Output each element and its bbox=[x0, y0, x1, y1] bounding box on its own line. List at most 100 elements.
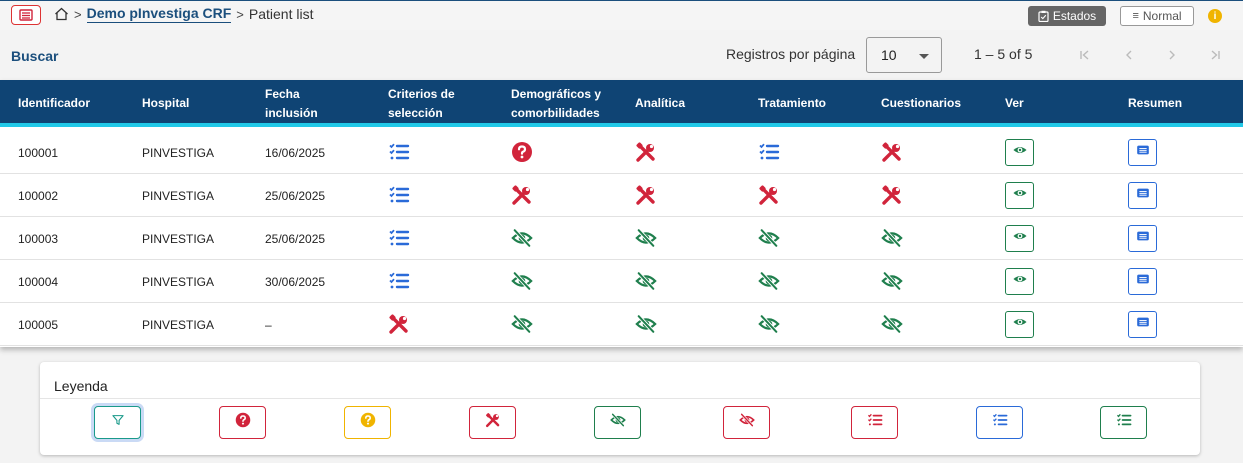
question-circle-icon[interactable] bbox=[511, 141, 533, 163]
home-icon[interactable] bbox=[54, 7, 69, 21]
eye-slash-icon[interactable] bbox=[881, 227, 903, 249]
tools-icon[interactable] bbox=[511, 184, 533, 206]
summary-button[interactable] bbox=[1128, 311, 1157, 338]
cell-identifier: 100003 bbox=[18, 231, 59, 246]
legend-filter-button[interactable] bbox=[1100, 406, 1147, 439]
column-header[interactable]: Identificador bbox=[18, 80, 128, 127]
cell-hospital: PINVESTIGA bbox=[142, 231, 215, 246]
legend-divider bbox=[40, 398, 1200, 399]
legend-filter-button[interactable] bbox=[219, 406, 266, 439]
view-button[interactable] bbox=[1005, 182, 1034, 209]
eye-slash-icon[interactable] bbox=[635, 270, 657, 292]
cell-identifier: 100005 bbox=[18, 317, 59, 332]
checklist-icon[interactable] bbox=[388, 184, 410, 206]
tools-icon[interactable] bbox=[758, 184, 780, 206]
table-row[interactable]: 100002 PINVESTIGA 25/06/2025 bbox=[0, 174, 1243, 217]
rows-per-page-select[interactable]: 10 bbox=[866, 37, 942, 73]
patient-table: Identificador Hospital Fecha inclusión C… bbox=[0, 80, 1243, 347]
estados-button[interactable]: Estados bbox=[1028, 6, 1106, 26]
hamburger-icon: ≡ bbox=[1132, 10, 1139, 22]
normal-button[interactable]: ≡ Normal bbox=[1120, 6, 1194, 26]
column-header[interactable]: Hospital bbox=[142, 80, 252, 127]
eye-slash-icon[interactable] bbox=[635, 227, 657, 249]
table-row[interactable]: 100004 PINVESTIGA 30/06/2025 bbox=[0, 260, 1243, 303]
column-header[interactable]: Tratamiento bbox=[758, 80, 858, 127]
normal-label: Normal bbox=[1142, 9, 1182, 23]
question-circle-icon bbox=[235, 412, 251, 433]
tools-icon[interactable] bbox=[635, 141, 657, 163]
eye-slash-icon[interactable] bbox=[758, 270, 780, 292]
eye-slash-icon[interactable] bbox=[511, 270, 533, 292]
summary-card-icon bbox=[1135, 142, 1151, 163]
previous-page-icon[interactable] bbox=[1119, 45, 1139, 65]
legend-title: Leyenda bbox=[54, 378, 108, 394]
cell-hospital: PINVESTIGA bbox=[142, 145, 215, 160]
legend-filter-button[interactable] bbox=[976, 406, 1023, 439]
cell-hospital: PINVESTIGA bbox=[142, 188, 215, 203]
column-header[interactable]: Analítica bbox=[635, 80, 735, 127]
summary-button[interactable] bbox=[1128, 225, 1157, 252]
eye-icon bbox=[1012, 185, 1028, 206]
legend-filter-button[interactable] bbox=[851, 406, 898, 439]
checklist-icon bbox=[1116, 412, 1132, 433]
checklist-icon[interactable] bbox=[758, 141, 780, 163]
summary-card-icon bbox=[1135, 271, 1151, 292]
menu-button[interactable] bbox=[11, 5, 41, 25]
breadcrumb-project-link[interactable]: Demo pInvestiga CRF bbox=[86, 5, 232, 23]
checklist-icon[interactable] bbox=[388, 227, 410, 249]
cell-hospital: PINVESTIGA bbox=[142, 274, 215, 289]
tools-icon bbox=[485, 412, 501, 433]
tools-icon[interactable] bbox=[881, 141, 903, 163]
summary-button[interactable] bbox=[1128, 182, 1157, 209]
eye-slash-icon[interactable] bbox=[758, 313, 780, 335]
estados-label: Estados bbox=[1052, 9, 1097, 23]
checklist-icon[interactable] bbox=[388, 270, 410, 292]
eye-slash-icon[interactable] bbox=[758, 227, 780, 249]
view-button[interactable] bbox=[1005, 139, 1034, 166]
summary-button[interactable] bbox=[1128, 268, 1157, 295]
eye-slash-icon[interactable] bbox=[511, 313, 533, 335]
checklist-icon bbox=[867, 412, 883, 433]
last-page-icon[interactable] bbox=[1205, 45, 1225, 65]
info-icon[interactable]: i bbox=[1208, 9, 1222, 23]
search-link[interactable]: Buscar bbox=[11, 48, 58, 64]
legend-filter-button[interactable] bbox=[94, 406, 141, 439]
checklist-icon[interactable] bbox=[388, 141, 410, 163]
legend-filter-button[interactable] bbox=[594, 406, 641, 439]
eye-slash-icon[interactable] bbox=[881, 313, 903, 335]
eye-slash-icon[interactable] bbox=[635, 313, 657, 335]
column-header: Resumen bbox=[1128, 96, 1183, 110]
eye-slash-icon[interactable] bbox=[511, 227, 533, 249]
view-button[interactable] bbox=[1005, 225, 1034, 252]
eye-slash-icon bbox=[738, 412, 755, 433]
eye-slash-icon bbox=[609, 412, 626, 433]
tools-icon[interactable] bbox=[881, 184, 903, 206]
legend-filter-button[interactable] bbox=[723, 406, 770, 439]
summary-card-icon bbox=[1135, 185, 1151, 206]
view-button[interactable] bbox=[1005, 268, 1034, 295]
breadcrumb-separator: > bbox=[74, 6, 82, 22]
first-page-icon[interactable] bbox=[1075, 45, 1095, 65]
table-row[interactable]: 100003 PINVESTIGA 25/06/2025 bbox=[0, 217, 1243, 260]
next-page-icon[interactable] bbox=[1162, 45, 1182, 65]
column-header[interactable]: Fecha inclusión bbox=[265, 80, 335, 127]
summary-button[interactable] bbox=[1128, 139, 1157, 166]
eye-slash-icon[interactable] bbox=[881, 270, 903, 292]
legend-filter-button[interactable] bbox=[344, 406, 391, 439]
rows-per-page-value: 10 bbox=[881, 47, 897, 63]
tools-icon[interactable] bbox=[388, 313, 410, 335]
column-header[interactable]: Criterios de selección bbox=[388, 80, 468, 127]
cell-date: 16/06/2025 bbox=[265, 145, 326, 160]
table-row[interactable]: 100001 PINVESTIGA 16/06/2025 bbox=[0, 131, 1243, 174]
breadcrumb: > Demo pInvestiga CRF > Patient list bbox=[54, 5, 313, 23]
column-header[interactable]: Demográficos y comorbilidades bbox=[511, 80, 611, 127]
table-row[interactable]: 100005 PINVESTIGA – bbox=[0, 303, 1243, 346]
rows-per-page-label: Registros por página bbox=[726, 46, 856, 62]
legend-filter-button[interactable] bbox=[469, 406, 516, 439]
filter-icon bbox=[110, 412, 126, 433]
column-header[interactable]: Cuestionarios bbox=[881, 80, 981, 127]
tools-icon[interactable] bbox=[635, 184, 657, 206]
cell-identifier: 100004 bbox=[18, 274, 59, 289]
checklist-icon bbox=[992, 412, 1008, 433]
view-button[interactable] bbox=[1005, 311, 1034, 338]
